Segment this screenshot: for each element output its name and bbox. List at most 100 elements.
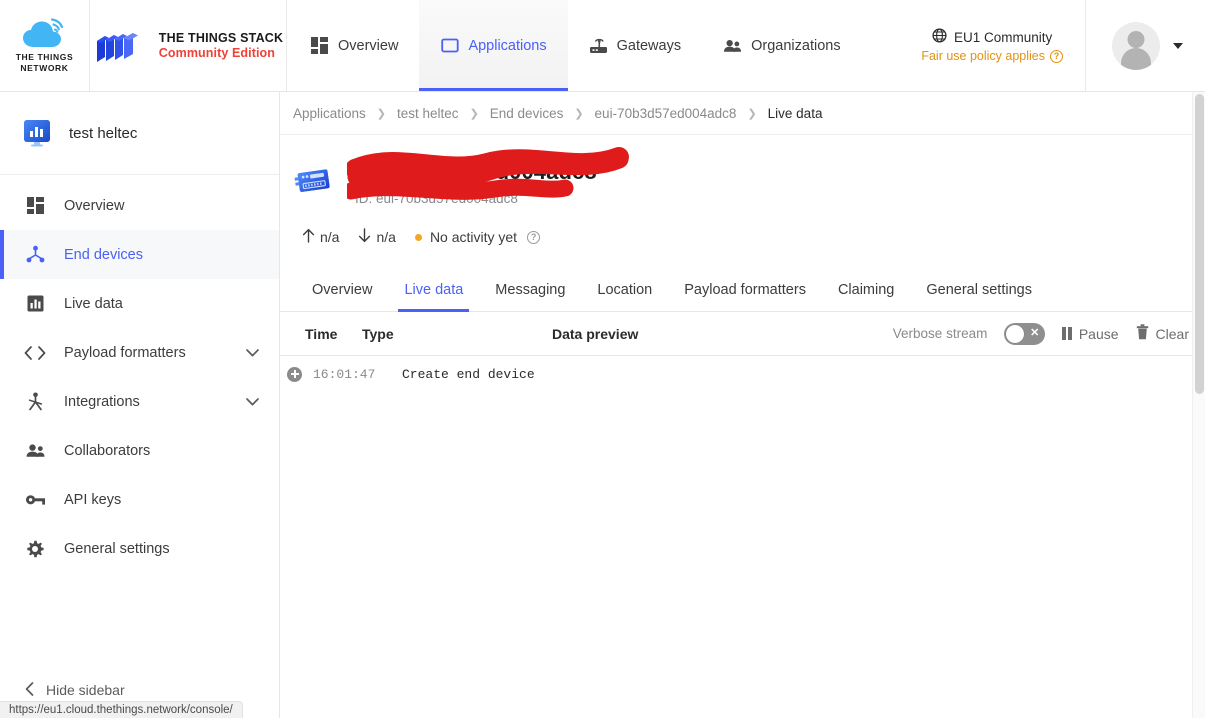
arrow-down-icon [358, 228, 371, 246]
integration-icon [24, 392, 46, 411]
the-things-network-logo[interactable]: THE THINGS NETWORK [0, 0, 90, 91]
pause-icon [1062, 327, 1072, 340]
breadcrumb: Applications ❯ test heltec ❯ End devices… [280, 92, 1205, 135]
cloud-icon [22, 18, 63, 48]
topnav-label: Gateways [616, 37, 682, 54]
pause-button[interactable]: Pause [1062, 326, 1119, 342]
sidebar-item-live-data[interactable]: Live data [0, 279, 279, 328]
clear-button[interactable]: Clear [1136, 324, 1189, 343]
avatar-head [1127, 30, 1145, 48]
breadcrumb-separator: ❯ [469, 107, 479, 120]
column-header-time: Time [305, 325, 338, 342]
stack-books-icon [96, 32, 138, 62]
sidebar-item-overview[interactable]: Overview [0, 181, 279, 230]
code-brackets-icon [24, 345, 46, 360]
cluster-name-row: EU1 Community [932, 28, 1052, 46]
breadcrumb-item-end-devices[interactable]: End devices [490, 106, 564, 121]
grid-icon [310, 36, 329, 55]
grid-icon [24, 197, 46, 214]
tab-location[interactable]: Location [581, 272, 668, 311]
profile-section[interactable] [1086, 0, 1205, 91]
vertical-scrollbar[interactable] [1192, 92, 1205, 718]
topnav-label: Applications [468, 37, 547, 54]
table-row[interactable]: 16:01:47 Create end device [280, 356, 1205, 392]
breadcrumb-separator: ❯ [747, 107, 757, 120]
people-group-icon [24, 443, 46, 459]
stack-logo-text: THE THINGS STACK Community Edition [158, 30, 284, 60]
topnav-item-gateways[interactable]: Gateways [568, 0, 702, 91]
toggle-knob [1006, 324, 1025, 343]
activity-label: No activity yet [429, 229, 518, 245]
downlink-stat: n/a [358, 228, 396, 246]
sidebar-app-name: test heltec [69, 124, 138, 142]
breadcrumb-item-applications[interactable]: Applications [293, 106, 366, 121]
sidebar-item-collaborators[interactable]: Collaborators [0, 426, 279, 475]
the-things-stack-logo[interactable]: THE THINGS STACK Community Edition [90, 0, 287, 91]
column-header-data-preview: Data preview [552, 325, 639, 342]
verbose-stream-toggle[interactable]: ✕ [1004, 322, 1046, 345]
sidebar-item-label: End devices [64, 246, 143, 263]
breadcrumb-separator: ❯ [574, 107, 584, 120]
end-device-node-icon [24, 245, 46, 264]
device-status-row: n/a n/a No activity yet ? [302, 228, 1205, 246]
row-time: 16:01:47 [313, 366, 376, 382]
uplink-stat: n/a [302, 228, 339, 246]
live-data-table-header: Time Type Data preview Verbose stream ✕ … [280, 312, 1205, 356]
sidebar-item-api-keys[interactable]: API keys [0, 475, 279, 524]
help-circle-icon[interactable]: ? [1050, 49, 1063, 63]
status-dot-icon [414, 233, 422, 241]
device-tabs: Overview Live data Messaging Location Pa… [280, 272, 1205, 312]
sidebar-item-payload-formatters[interactable]: Payload formatters [0, 328, 279, 377]
arrow-up-icon [302, 228, 315, 246]
tab-general-settings[interactable]: General settings [910, 272, 1048, 311]
breadcrumb-item-live-data: Live data [767, 105, 823, 121]
sidebar-item-end-devices[interactable]: End devices [0, 230, 279, 279]
chevron-down-icon[interactable] [1173, 42, 1183, 49]
sidebar-app-header[interactable]: test heltec [0, 92, 279, 175]
verbose-stream-label: Verbose stream [892, 326, 988, 341]
breadcrumb-item-device-eui[interactable]: eui-70b3d57ed004adc8 [595, 106, 737, 121]
header-right-section: EU1 Community Fair use policy applies ? [903, 0, 1205, 91]
device-title-block: eui-70b3d57ed004adc8 ID: eui-70b3d57ed00… [280, 135, 1205, 246]
help-circle-icon[interactable]: ? [527, 230, 541, 244]
bar-chart-icon [24, 295, 46, 312]
clear-label: Clear [1155, 325, 1189, 342]
chevron-down-icon[interactable] [246, 394, 259, 410]
tab-claiming[interactable]: Claiming [822, 272, 910, 311]
application-square-icon [440, 36, 459, 55]
page-title: eui-70b3d57ed004adc8 [355, 159, 597, 184]
cluster-name-label: EU1 Community [954, 29, 1053, 45]
sidebar-item-label: Collaborators [64, 442, 151, 459]
top-navigation: Overview Applications Gateways Organizat… [289, 0, 862, 91]
avatar[interactable] [1112, 21, 1160, 70]
gear-icon [24, 540, 46, 558]
fair-use-policy-link[interactable]: Fair use policy applies ? [921, 49, 1063, 63]
sidebar-item-label: Payload formatters [64, 344, 186, 361]
row-type: Create end device [402, 366, 535, 382]
tab-messaging[interactable]: Messaging [479, 272, 581, 311]
breadcrumb-item-test-heltec[interactable]: test heltec [397, 106, 459, 121]
sidebar-item-general-settings[interactable]: General settings [0, 524, 279, 573]
people-group-icon [723, 36, 742, 55]
gateway-router-icon [589, 36, 608, 55]
topnav-item-organizations[interactable]: Organizations [702, 0, 861, 91]
tab-overview[interactable]: Overview [296, 272, 388, 311]
sidebar-item-label: Overview [64, 197, 125, 214]
globe-icon [932, 28, 947, 46]
breadcrumb-separator: ❯ [376, 107, 387, 120]
live-data-tools: Verbose stream ✕ Pause Clear [892, 322, 1189, 345]
sidebar-item-integrations[interactable]: Integrations [0, 377, 279, 426]
tab-live-data[interactable]: Live data [388, 272, 479, 312]
column-header-type: Type [362, 325, 394, 342]
tab-payload-formatters[interactable]: Payload formatters [668, 272, 822, 311]
expand-plus-icon[interactable] [287, 366, 302, 382]
topnav-item-overview[interactable]: Overview [289, 0, 419, 91]
chevron-down-icon[interactable] [246, 345, 259, 361]
scrollbar-thumb[interactable] [1195, 94, 1204, 394]
main-content: Applications ❯ test heltec ❯ End devices… [280, 92, 1205, 718]
cluster-info: EU1 Community Fair use policy applies ? [903, 0, 1086, 91]
hide-sidebar-label: Hide sidebar [46, 682, 125, 698]
downlink-value: n/a [376, 229, 396, 245]
activity-status: No activity yet ? [414, 229, 541, 245]
topnav-item-applications[interactable]: Applications [419, 0, 568, 91]
